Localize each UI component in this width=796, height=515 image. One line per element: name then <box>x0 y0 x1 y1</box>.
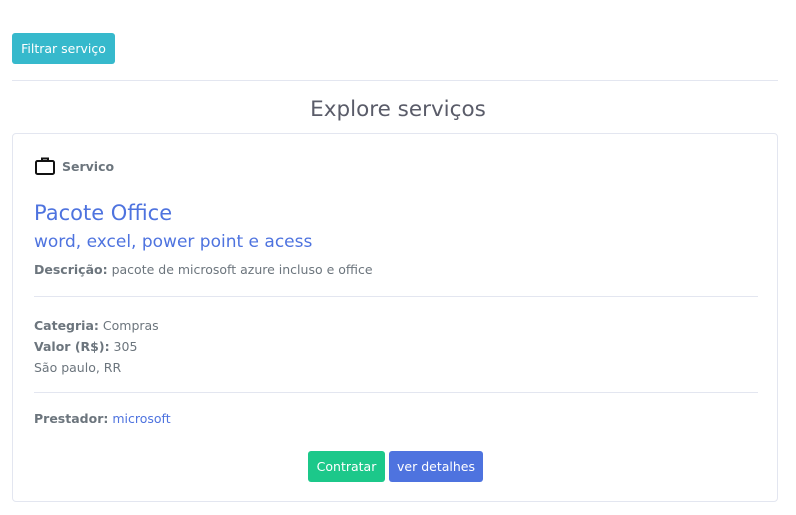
service-title: Pacote Office <box>34 201 173 225</box>
service-category-row: Servico <box>34 155 114 177</box>
price-line: Valor (R$): 305 <box>34 336 159 357</box>
card-divider <box>34 296 758 297</box>
price-label: Valor (R$): <box>34 339 110 354</box>
card-divider <box>34 392 758 393</box>
service-description: Descrição: pacote de microsoft azure inc… <box>34 262 373 277</box>
description-label: Descrição: <box>34 262 108 277</box>
provider-link[interactable]: microsoft <box>112 411 170 426</box>
provider-line: Prestador: microsoft <box>34 411 171 426</box>
top-divider <box>12 80 778 81</box>
category-line: Categria: Compras <box>34 315 159 336</box>
service-info: Categria: Compras Valor (R$): 305 São pa… <box>34 315 159 378</box>
category-label: Categria: <box>34 318 99 333</box>
provider-label: Prestador: <box>34 411 109 426</box>
location-line: São paulo, RR <box>34 360 122 375</box>
service-card: Servico Pacote Office word, excel, power… <box>12 133 778 502</box>
service-subtitle: word, excel, power point e acess <box>34 232 313 252</box>
price-value: 305 <box>113 339 138 354</box>
service-type-label: Servico <box>62 158 115 174</box>
description-value: pacote de microsoft azure incluso e offi… <box>111 262 373 277</box>
view-details-button[interactable]: ver detalhes <box>389 451 483 482</box>
hire-button[interactable]: Contratar <box>308 451 385 482</box>
filter-services-button[interactable]: Filtrar serviço <box>12 33 115 64</box>
page-title: Explore serviços <box>310 97 486 122</box>
category-value: Compras <box>102 318 159 333</box>
briefcase-icon <box>34 155 56 177</box>
